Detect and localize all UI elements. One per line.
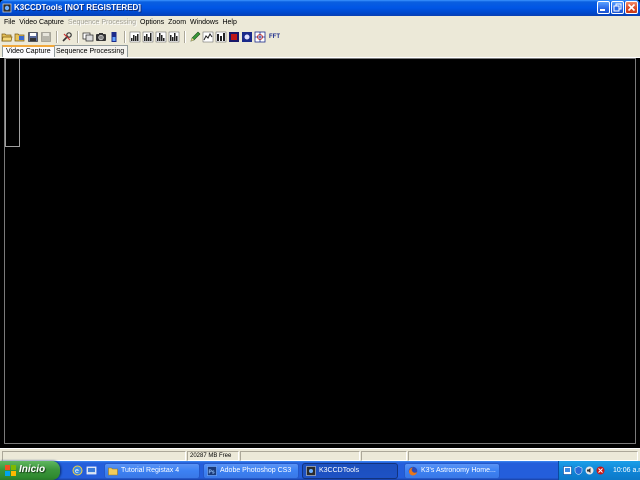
histogram-zoom-icon[interactable]	[155, 31, 167, 43]
histogram-color-icon[interactable]	[168, 31, 180, 43]
close-button[interactable]	[625, 1, 638, 14]
restore-icon	[613, 3, 622, 12]
toolbar: FFT	[0, 29, 640, 44]
camera-icon[interactable]	[95, 31, 107, 43]
maximize-button[interactable]	[611, 1, 624, 14]
levels-icon[interactable]	[215, 31, 227, 43]
status-panel-5	[408, 451, 638, 461]
pencil-icon[interactable]	[189, 31, 201, 43]
windows-logo-icon	[5, 465, 16, 476]
task-label: K3's Astronomy Home...	[421, 467, 496, 474]
svg-text:e: e	[75, 468, 79, 475]
clock[interactable]: 10:06 a.m.	[613, 464, 640, 477]
battery-level-icon[interactable]	[108, 31, 120, 43]
task-adobe-photoshop[interactable]: Ps Adobe Photoshop CS3	[203, 463, 299, 479]
app-icon	[2, 3, 12, 13]
histogram-icon[interactable]	[129, 31, 141, 43]
red-square-icon[interactable]	[228, 31, 240, 43]
settings-tools-icon[interactable]	[61, 31, 73, 43]
network-icon[interactable]	[563, 466, 572, 475]
svg-text:Ps: Ps	[209, 470, 215, 476]
fft-button[interactable]: FFT	[269, 31, 280, 43]
toolbar-separator	[77, 30, 79, 43]
toolbar-separator	[124, 30, 126, 43]
minimize-button[interactable]	[597, 1, 610, 14]
menu-help[interactable]: Help	[221, 17, 239, 28]
status-panel-3	[240, 451, 360, 461]
menu-zoom[interactable]: Zoom	[167, 17, 189, 28]
internet-explorer-icon[interactable]: e	[72, 465, 83, 476]
folder-icon	[108, 467, 118, 476]
image-icon[interactable]	[241, 31, 253, 43]
security-shield-icon[interactable]	[574, 466, 583, 475]
histogram-stretch-icon[interactable]	[142, 31, 154, 43]
task-astronomy-home[interactable]: K3's Astronomy Home...	[404, 463, 500, 479]
menu-options[interactable]: Options	[139, 17, 167, 28]
taskbar: Inicio e Tutorial Registax 4 Ps Adobe Ph…	[0, 461, 640, 480]
menu-video-capture[interactable]: Video Capture	[18, 17, 67, 28]
task-label: K3CCDTools	[319, 467, 360, 474]
task-label: Adobe Photoshop CS3	[220, 467, 292, 474]
save-icon[interactable]	[27, 31, 39, 43]
antivirus-icon[interactable]	[596, 466, 605, 475]
start-button[interactable]: Inicio	[0, 461, 60, 480]
photoshop-icon: Ps	[207, 466, 217, 476]
status-panel-1	[2, 451, 186, 461]
open-folder-icon[interactable]	[1, 31, 13, 43]
menu-sequence-processing[interactable]: Sequence Processing	[67, 17, 139, 28]
system-tray: 10:06 a.m.	[558, 461, 640, 480]
video-capture-area[interactable]	[4, 58, 636, 444]
tab-strip: Video Capture Sequence Processing	[0, 44, 640, 58]
k3ccdtools-icon	[306, 466, 316, 476]
chart-icon[interactable]	[202, 31, 214, 43]
minimize-icon	[600, 9, 605, 11]
volume-icon[interactable]	[585, 466, 594, 475]
task-tutorial-registax[interactable]: Tutorial Registax 4	[104, 463, 200, 479]
firefox-icon	[408, 466, 418, 476]
menu-windows[interactable]: Windows	[189, 17, 221, 28]
task-k3ccdtools[interactable]: K3CCDTools	[302, 463, 398, 479]
close-icon	[627, 3, 636, 12]
status-bar: 20287 MB Free	[0, 448, 640, 461]
video-preview-frame[interactable]	[5, 59, 20, 147]
start-label: Inicio	[19, 464, 46, 475]
task-label: Tutorial Registax 4	[121, 467, 180, 474]
menu-file[interactable]: File	[3, 17, 18, 28]
menu-bar: File Video Capture Sequence Processing O…	[0, 16, 640, 29]
tab-sequence-processing[interactable]: Sequence Processing	[52, 45, 129, 57]
status-panel-4	[361, 451, 407, 461]
grid-icon[interactable]	[254, 31, 266, 43]
open-sequence-icon[interactable]	[14, 31, 26, 43]
status-memory: 20287 MB Free	[187, 451, 239, 461]
tab-video-capture[interactable]: Video Capture	[2, 45, 55, 57]
title-bar[interactable]: K3CCDTools [NOT REGISTERED]	[0, 0, 640, 16]
toolbar-separator	[184, 30, 186, 43]
save-disabled-icon[interactable]	[40, 31, 52, 43]
video-format-icon[interactable]	[82, 31, 94, 43]
toolbar-separator	[56, 30, 58, 43]
show-desktop-icon[interactable]	[86, 465, 97, 476]
window-title: K3CCDTools [NOT REGISTERED]	[14, 3, 141, 12]
